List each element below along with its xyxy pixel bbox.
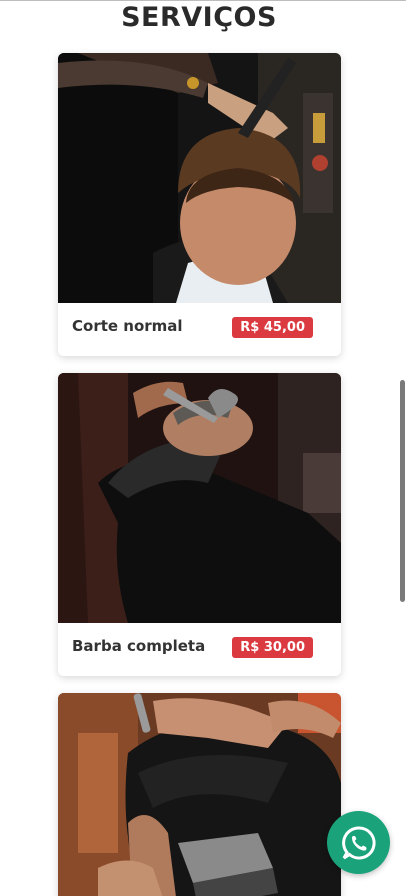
service-photo	[58, 373, 341, 623]
service-name: Corte normal	[72, 317, 183, 335]
service-footer: Corte normal R$ 45,00	[58, 303, 341, 356]
service-name: Barba completa	[72, 637, 206, 655]
service-photo	[58, 53, 341, 303]
page-title: SERVIÇOS	[121, 2, 277, 33]
scrollbar-thumb[interactable]	[400, 380, 405, 602]
whatsapp-button[interactable]	[327, 811, 390, 874]
service-card[interactable]	[58, 693, 341, 896]
price-badge: R$ 45,00	[232, 317, 313, 338]
whatsapp-icon	[341, 825, 376, 859]
service-card[interactable]: Barba completa R$ 30,00	[58, 373, 341, 676]
service-photo	[58, 693, 341, 896]
price-badge: R$ 30,00	[232, 637, 313, 658]
service-footer: Barba completa R$ 30,00	[58, 623, 341, 676]
service-card[interactable]: Corte normal R$ 45,00	[58, 53, 341, 356]
top-divider	[0, 0, 406, 1]
